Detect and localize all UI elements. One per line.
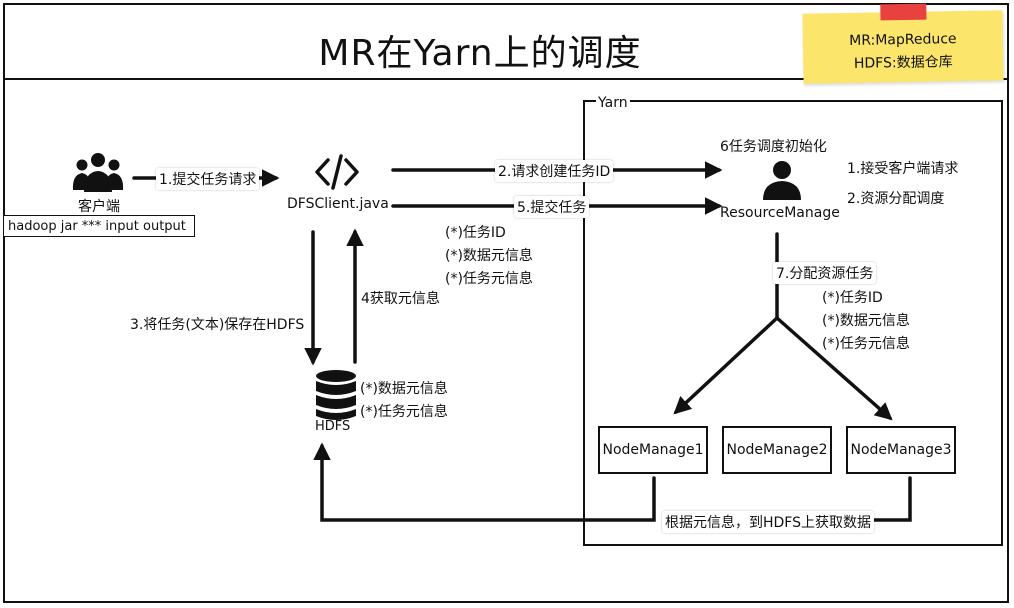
rm-duty-accept: 1.接受客户端请求: [847, 161, 959, 177]
step2-label: 2.请求创建任务ID: [495, 160, 614, 182]
submit-task-info: (*)任务ID (*)数据元信息 (*)任务元信息: [445, 222, 533, 291]
rm-label: ResourceManage: [720, 205, 840, 221]
assign-task-info-item: (*)任务ID: [822, 290, 883, 306]
hdfs-label: HDFS: [315, 419, 351, 434]
node-manager-1: NodeManage1: [598, 426, 708, 474]
client-label: 客户端: [78, 199, 120, 215]
database-icon: [316, 370, 356, 420]
rm-duty-schedule: 2.资源分配调度: [847, 191, 945, 207]
step7-label: 7.分配资源任务: [773, 262, 877, 284]
assign-task-info: (*)任务ID (*)数据元信息 (*)任务元信息: [822, 287, 910, 356]
assign-task-info-item: (*)任务元信息: [822, 336, 910, 352]
assign-task-info-item: (*)数据元信息: [822, 313, 910, 329]
submit-task-info-item: (*)数据元信息: [445, 248, 533, 264]
node-manager-2: NodeManage2: [722, 426, 832, 474]
step8-label: 根据元信息，到HDFS上获取数据: [662, 511, 875, 533]
submit-task-info-item: (*)任务ID: [445, 225, 506, 241]
step3-label: 3.将任务(文本)保存在HDFS: [130, 317, 305, 333]
rm-init-label: 6任务调度初始化: [720, 139, 827, 155]
hdfs-metadata-item: (*)任务元信息: [360, 404, 448, 420]
user-icon: [763, 161, 801, 200]
hdfs-metadata-list: (*)数据元信息 (*)任务元信息: [360, 378, 448, 424]
users-icon: [72, 153, 124, 192]
step4-label: 4获取元信息: [361, 291, 440, 307]
hdfs-metadata-item: (*)数据元信息: [360, 381, 448, 397]
step5-label: 5.提交任务: [514, 196, 590, 218]
code-icon: [315, 154, 359, 190]
diagram-canvas: MR在Yarn上的调度 MR:MapReduce HDFS:数据仓库 Yarn: [0, 0, 1014, 608]
submit-task-info-item: (*)任务元信息: [445, 271, 533, 287]
step1-label: 1.提交任务请求: [156, 168, 260, 190]
client-command: hadoop jar *** input output: [3, 215, 195, 237]
node-manager-3: NodeManage3: [846, 426, 956, 474]
arrow-to-node1: [673, 316, 779, 415]
dfsclient-label: DFSClient.java: [287, 196, 389, 212]
